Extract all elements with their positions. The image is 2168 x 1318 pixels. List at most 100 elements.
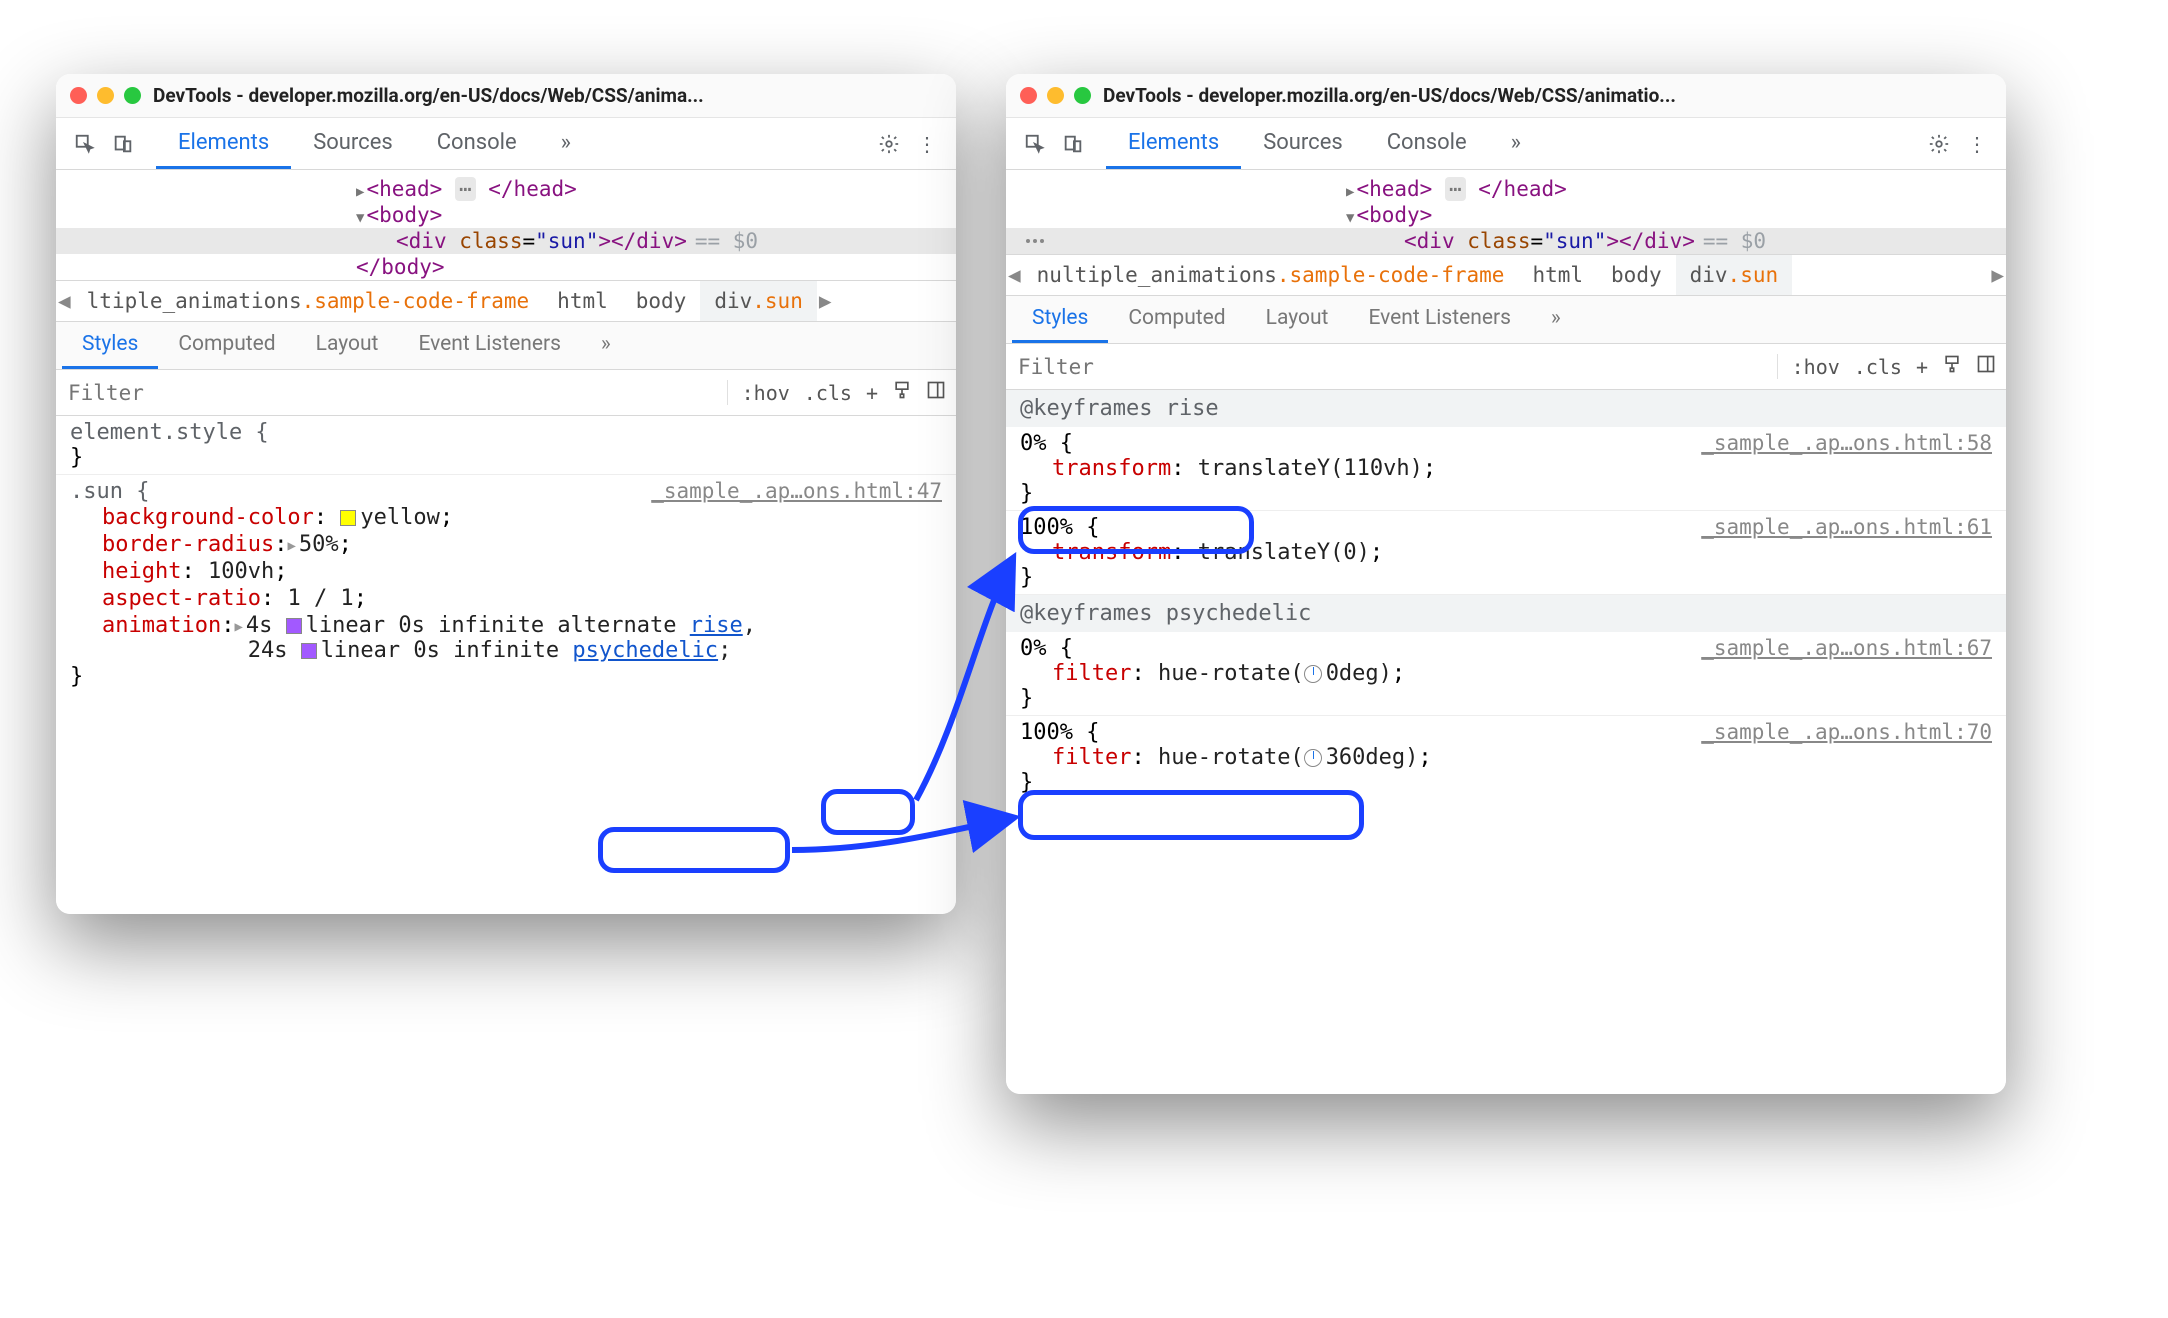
minimize-icon[interactable]: [1047, 87, 1064, 104]
subtab-computed[interactable]: Computed: [158, 322, 295, 369]
subtab-layout[interactable]: Layout: [1246, 296, 1349, 343]
settings-icon[interactable]: [1922, 127, 1956, 161]
tab-sources[interactable]: Sources: [1241, 118, 1365, 169]
new-rule-button[interactable]: +: [866, 381, 878, 405]
styles-pane[interactable]: @keyframes rise _sample_.ap…ons.html:58 …: [1006, 390, 2006, 1094]
device-toolbar-icon[interactable]: [106, 127, 140, 161]
subtab-computed[interactable]: Computed: [1108, 296, 1245, 343]
crumb-body[interactable]: body: [622, 281, 701, 321]
styles-pane[interactable]: element.style { } _sample_.ap…ons.html:4…: [56, 416, 956, 914]
source-location[interactable]: _sample_.ap…ons.html:61: [1701, 515, 1992, 539]
subtab-event-listeners[interactable]: Event Listeners: [1348, 296, 1530, 343]
close-icon[interactable]: [70, 87, 87, 104]
dom-tree[interactable]: ▶<head> ⋯ </head> ▼<body> <div class="su…: [1006, 170, 2006, 254]
easing-swatch-icon[interactable]: [286, 618, 302, 634]
source-location[interactable]: _sample_.ap…ons.html:67: [1701, 636, 1992, 660]
paint-icon[interactable]: [1942, 354, 1962, 379]
source-location[interactable]: _sample_.ap…ons.html:58: [1701, 431, 1992, 455]
minimize-icon[interactable]: [97, 87, 114, 104]
subtab-more[interactable]: »: [1531, 296, 1581, 343]
crumb-html[interactable]: html: [543, 281, 622, 321]
keyframes-header-rise[interactable]: @keyframes rise: [1006, 390, 2006, 427]
titlebar[interactable]: DevTools - developer.mozilla.org/en-US/d…: [56, 74, 956, 118]
chevron-right-icon[interactable]: ▶: [817, 289, 834, 313]
decl-aspect-ratio[interactable]: aspect-ratio: 1 / 1;: [102, 585, 942, 612]
collapsed-icon[interactable]: ⋯: [455, 177, 476, 201]
decl-border-radius[interactable]: border-radius:▶50%;: [102, 531, 942, 558]
new-rule-button[interactable]: +: [1916, 355, 1928, 379]
keyframes-link-psychedelic[interactable]: psychedelic: [572, 638, 718, 663]
decl-height[interactable]: height: 100vh;: [102, 558, 942, 585]
row-actions-icon[interactable]: [1026, 239, 1044, 243]
dom-tree[interactable]: ▶<head> ⋯ </head> ▼<body> <div class="su…: [56, 170, 956, 280]
styles-subtabs: Styles Computed Layout Event Listeners »: [56, 322, 956, 370]
decl-background-color[interactable]: background-color: yellow;: [102, 504, 942, 531]
tab-more[interactable]: »: [539, 118, 593, 169]
angle-swatch-icon[interactable]: [1304, 749, 1322, 767]
collapsed-icon[interactable]: ⋯: [1445, 177, 1466, 201]
crumb-div[interactable]: div.sun: [1676, 255, 1793, 295]
filter-input[interactable]: [1006, 349, 1777, 385]
inspect-element-icon[interactable]: [1018, 127, 1052, 161]
main-toolbar: Elements Sources Console » ⋮: [1006, 118, 2006, 170]
settings-icon[interactable]: [872, 127, 906, 161]
source-location[interactable]: _sample_.ap…ons.html:47: [651, 479, 942, 503]
source-location[interactable]: _sample_.ap…ons.html:70: [1701, 720, 1992, 744]
window-controls: [1020, 87, 1091, 104]
crumb-frame[interactable]: nultiple_animations.sample-code-frame: [1023, 255, 1519, 295]
tab-sources[interactable]: Sources: [291, 118, 415, 169]
crumb-div[interactable]: div.sun: [700, 281, 817, 321]
breadcrumb[interactable]: ◀ ltiple_animations.sample-code-frame ht…: [56, 280, 956, 322]
maximize-icon[interactable]: [124, 87, 141, 104]
maximize-icon[interactable]: [1074, 87, 1091, 104]
subtab-more[interactable]: »: [581, 322, 631, 369]
keyframe-step[interactable]: _sample_.ap…ons.html:61 100% { transform…: [1006, 511, 2006, 594]
keyframes-header-psychedelic[interactable]: @keyframes psychedelic: [1006, 595, 2006, 632]
close-icon[interactable]: [1020, 87, 1037, 104]
selected-element-row[interactable]: <div class="sun"></div>== $0: [1006, 228, 2006, 254]
cls-toggle[interactable]: .cls: [1854, 355, 1902, 379]
subtab-styles[interactable]: Styles: [1012, 296, 1108, 343]
subtab-event-listeners[interactable]: Event Listeners: [398, 322, 580, 369]
hov-toggle[interactable]: :hov: [742, 381, 790, 405]
selected-element-row[interactable]: <div class="sun"></div>== $0: [56, 228, 956, 254]
cls-toggle[interactable]: .cls: [804, 381, 852, 405]
filter-row: :hov .cls +: [56, 370, 956, 416]
tab-elements[interactable]: Elements: [156, 118, 291, 169]
element-style-rule: element.style { }: [56, 416, 956, 475]
subtab-styles[interactable]: Styles: [62, 322, 158, 369]
devtools-window-right: DevTools - developer.mozilla.org/en-US/d…: [1006, 74, 2006, 1094]
computed-pane-icon[interactable]: [1976, 354, 1996, 379]
crumb-html[interactable]: html: [1518, 255, 1597, 295]
color-swatch-icon[interactable]: [340, 510, 356, 526]
keyframes-link-rise[interactable]: rise: [690, 613, 743, 638]
tab-more[interactable]: »: [1489, 118, 1543, 169]
angle-swatch-icon[interactable]: [1304, 665, 1322, 683]
chevron-left-icon[interactable]: ◀: [56, 289, 73, 313]
keyframe-step[interactable]: _sample_.ap…ons.html:67 0% { filter: hue…: [1006, 632, 2006, 715]
computed-pane-icon[interactable]: [926, 380, 946, 405]
panel-tabs: Elements Sources Console »: [156, 118, 593, 169]
breadcrumb[interactable]: ◀ nultiple_animations.sample-code-frame …: [1006, 254, 2006, 296]
inspect-element-icon[interactable]: [68, 127, 102, 161]
window-controls: [70, 87, 141, 104]
subtab-layout[interactable]: Layout: [296, 322, 399, 369]
chevron-left-icon[interactable]: ◀: [1006, 263, 1023, 287]
chevron-right-icon[interactable]: ▶: [1989, 263, 2006, 287]
kebab-menu-icon[interactable]: ⋮: [910, 127, 944, 161]
device-toolbar-icon[interactable]: [1056, 127, 1090, 161]
filter-input[interactable]: [56, 375, 727, 411]
hov-toggle[interactable]: :hov: [1792, 355, 1840, 379]
easing-swatch-icon[interactable]: [301, 643, 317, 659]
keyframe-step[interactable]: _sample_.ap…ons.html:70 100% { filter: h…: [1006, 716, 2006, 799]
titlebar[interactable]: DevTools - developer.mozilla.org/en-US/d…: [1006, 74, 2006, 118]
kebab-menu-icon[interactable]: ⋮: [1960, 127, 1994, 161]
paint-icon[interactable]: [892, 380, 912, 405]
keyframe-step[interactable]: _sample_.ap…ons.html:58 0% { transform: …: [1006, 427, 2006, 510]
tab-console[interactable]: Console: [415, 118, 539, 169]
crumb-body[interactable]: body: [1597, 255, 1676, 295]
crumb-frame[interactable]: ltiple_animations.sample-code-frame: [73, 281, 544, 321]
decl-animation[interactable]: animation:▶4s linear 0s infinite alterna…: [102, 612, 942, 664]
tab-console[interactable]: Console: [1365, 118, 1489, 169]
tab-elements[interactable]: Elements: [1106, 118, 1241, 169]
